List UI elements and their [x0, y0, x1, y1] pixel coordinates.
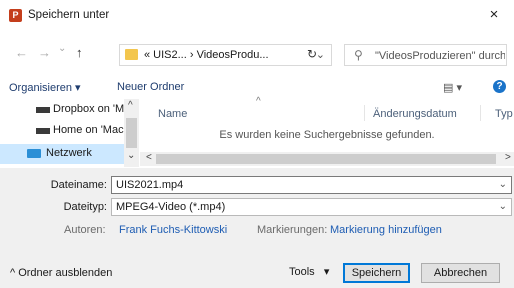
organize-button[interactable]: Organisieren ▾ — [9, 81, 81, 94]
search-box[interactable]: ⚲ "VideosProduzieren" durchs... — [344, 44, 507, 66]
new-folder-button[interactable]: Neuer Ordner — [117, 81, 184, 93]
network-icon — [27, 149, 41, 158]
tags-label: Markierungen: — [257, 224, 328, 236]
refresh-icon[interactable]: ↻ — [307, 47, 317, 61]
column-header-date[interactable]: Änderungsdatum — [373, 108, 457, 120]
recent-locations-chevron-icon[interactable]: ⌄ — [58, 43, 66, 54]
scroll-left-icon[interactable]: < — [146, 152, 152, 163]
filename-label: Dateiname: — [50, 179, 107, 191]
help-icon[interactable]: ? — [493, 80, 506, 93]
filetype-label: Dateityp: — [63, 201, 107, 213]
scroll-down-icon[interactable]: ⌄ — [127, 150, 135, 161]
network-drive-icon — [36, 107, 50, 113]
up-arrow-icon[interactable]: ↑ — [76, 45, 83, 60]
close-icon[interactable]: × — [474, 0, 514, 30]
chevron-down-icon[interactable]: ⌄ — [499, 179, 507, 190]
hide-folders-toggle[interactable]: ^ Ordner ausblenden — [10, 267, 112, 279]
scroll-up-icon[interactable]: ^ — [128, 100, 133, 111]
column-separator[interactable] — [364, 105, 365, 121]
cancel-button[interactable]: Abbrechen — [421, 263, 500, 283]
chevron-down-icon[interactable]: ⌄ — [316, 48, 325, 61]
tools-menu-button[interactable]: Tools ▾ — [289, 265, 329, 278]
window-title: Speichern unter — [28, 9, 110, 21]
filetype-select[interactable]: MPEG4-Video (*.mp4) ⌄ — [111, 198, 512, 216]
filetype-value[interactable]: MPEG4-Video (*.mp4) — [116, 201, 225, 213]
filename-value[interactable]: UIS2021.mp4 — [116, 179, 183, 191]
forward-arrow-icon[interactable]: → — [38, 45, 51, 60]
folder-icon — [125, 49, 138, 60]
filename-field[interactable]: UIS2021.mp4 ⌄ — [111, 176, 512, 194]
address-bar[interactable]: « UIS2... › VideosProdu... ⌄ — [119, 44, 332, 66]
tags-field[interactable]: Markierung hinzufügen — [330, 224, 442, 236]
save-button[interactable]: Speichern — [343, 263, 410, 283]
horizontal-scrollbar-thumb[interactable] — [156, 154, 496, 164]
search-icon: ⚲ — [354, 48, 363, 62]
chevron-down-icon[interactable]: ⌄ — [499, 201, 507, 212]
column-separator[interactable] — [480, 105, 481, 121]
powerpoint-app-icon: P — [9, 9, 22, 22]
sidebar-item-home[interactable]: Home on 'Mac' — [53, 124, 126, 136]
empty-results-message: Es wurden keine Suchergebnisse gefunden. — [219, 129, 435, 141]
network-drive-icon — [36, 128, 50, 134]
search-input[interactable]: "VideosProduzieren" durchs... — [375, 50, 505, 62]
view-options-icon[interactable]: ▤ ▾ — [443, 81, 462, 94]
back-arrow-icon[interactable]: ← — [15, 45, 28, 60]
authors-field[interactable]: Frank Fuchs-Kittowski — [119, 224, 227, 236]
sidebar-item-netzwerk[interactable]: Netzwerk — [46, 147, 92, 159]
column-header-type[interactable]: Typ — [495, 108, 513, 120]
vertical-scrollbar-thumb[interactable] — [126, 118, 137, 148]
title-bar: P Speichern unter × — [0, 0, 514, 30]
column-header-name[interactable]: Name — [158, 108, 187, 120]
breadcrumb[interactable]: « UIS2... › VideosProdu... — [144, 49, 269, 61]
scroll-right-icon[interactable]: > — [505, 152, 511, 163]
sort-ascending-icon: ^ — [256, 96, 261, 107]
authors-label: Autoren: — [64, 224, 106, 236]
sidebar-item-dropbox[interactable]: Dropbox on 'Ma — [53, 103, 130, 115]
